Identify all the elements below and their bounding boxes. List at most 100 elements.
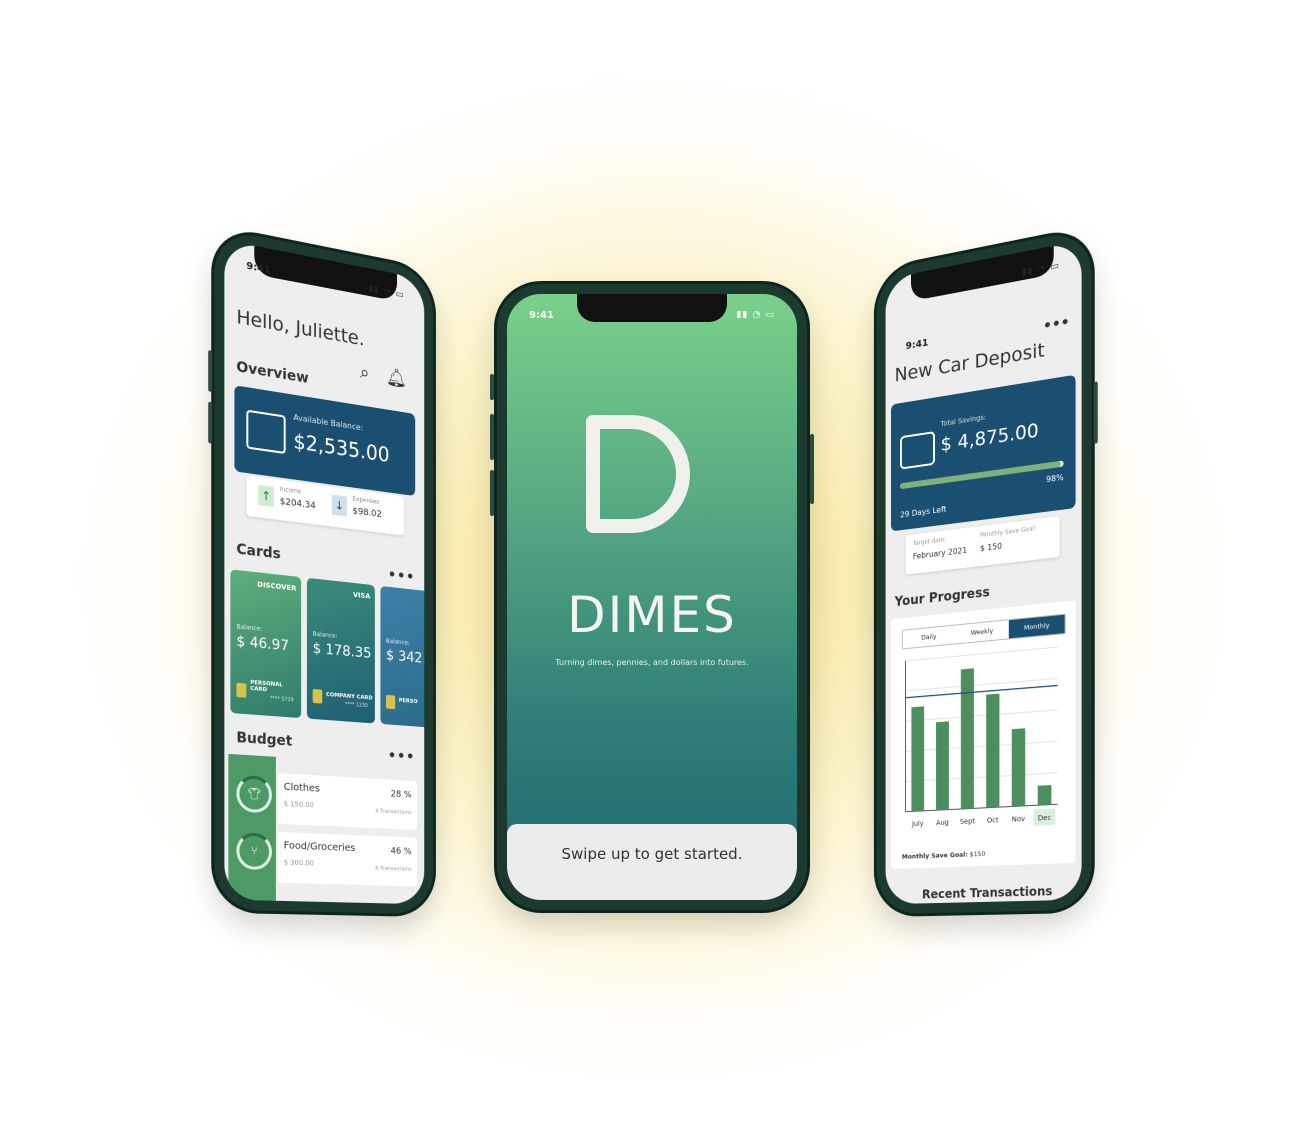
volume-button [490,470,494,516]
gridline [906,710,1058,721]
target-date: February 2021 [912,545,968,562]
budget-amount: $ 150.00 [283,799,314,810]
savings-bar-chart: July Aug Sept Oct Nov Dec [896,641,1061,829]
bar-oct [986,693,1000,808]
card-item[interactable]: Balance: $ 342.7 PERSO [380,585,425,729]
days-left: 29 Days Left [900,504,947,520]
x-tick-label: Dec [1038,814,1052,823]
cards-title: Cards [236,541,281,563]
goal-line-label: Monthly Save Goal: [901,850,968,861]
expenses-amount: $98.02 [352,506,382,521]
x-tick-label: Aug [936,818,949,827]
tagline: Turning dimes, pennies, and dollars into… [555,658,749,667]
phone-goal: 9:41 ▮▮ ◔ ▭ ••• New Car Deposit Total Sa… [876,227,1098,915]
card-balance: $ 342.7 [385,647,425,668]
chip-icon [312,688,323,704]
card-balance-label: Balance: [236,623,263,633]
budget-amount: $ 300.00 [283,858,314,868]
chip-icon [385,694,396,710]
gridline [906,741,1058,751]
income-amount: $204.34 [279,496,316,512]
more-icon[interactable]: ••• [1043,314,1070,335]
search-icon[interactable]: ⌕ [360,362,369,384]
budget-item[interactable]: Clothes $ 150.00 28 % 4 Transactions [277,773,418,830]
savings-card[interactable]: Total Savings: $ 4,875.00 98% 29 Days Le… [890,374,1076,532]
gridline [906,773,1058,782]
greeting: Hello, Juliette. [236,305,365,351]
shirt-icon: 👕︎ [236,774,272,814]
bar-nov [1011,728,1026,807]
wallet-icon [246,409,286,455]
mute-switch [490,374,494,400]
progress-title: Your Progress [894,585,990,611]
goal-line-note: Monthly Save Goal: $150 [902,850,986,861]
progress-percent: 98% [1046,472,1064,485]
phone-splash: 9:41 ▮▮ ◔ ▭ DIMES Turning dimes, pennies… [490,284,814,910]
signal-wifi-battery-icon: ▮▮ ◔ ▭ [368,284,405,301]
more-icon[interactable]: ••• [388,567,415,586]
card-balance: $ 178.35 [312,640,372,662]
budget-strip: 👕︎ ⑂ [228,753,276,905]
volume-button [208,350,213,393]
budget-percent: 46 % [390,846,412,858]
signal-wifi-battery-icon: ▮▮ ◔ ▭ [736,310,775,320]
card-item[interactable]: VISA Balance: $ 178.35 COMPANY CARD **** 123… [306,577,375,724]
overview-title: Overview [236,358,309,388]
monthly-label: Monthly Save Goal: [980,525,1037,540]
dimes-logo-icon [586,415,690,533]
status-time: 9:41 [529,310,554,321]
goal-line [906,685,1058,697]
bar-july [911,706,925,812]
card-balance-label: Balance: [312,630,338,640]
volume-button [490,414,494,460]
splash-screen: 9:41 ▮▮ ◔ ▭ DIMES Turning dimes, pennies… [507,294,797,900]
gridline [906,678,1058,691]
brand-name: DIMES [567,586,737,644]
income-label: Income [279,485,302,496]
car-icon [900,431,935,470]
budget-transactions: 4 Transactions [375,808,412,817]
get-started-button[interactable]: Swipe up to get started. [507,824,797,900]
status-time: 9:41 [905,337,929,353]
card-number: **** 1230 [344,701,368,710]
gridline [906,647,1058,661]
budget-title: Budget [236,729,293,750]
power-button [1093,381,1098,444]
phone-home: 9:41 ▮▮ ◔ ▭ Hello, Juliette. ⌕ 🔔︎ Overvi… [208,227,434,915]
card-name: PERSONAL CARD [250,679,283,694]
goal-line-value: $150 [969,849,986,859]
savings-label: Total Savings: [940,413,987,429]
arrow-up-icon: ↑ [258,484,274,508]
card-brand: VISA [352,590,371,601]
card-brand: DISCOVER [257,580,297,593]
goal-screen: 9:41 ▮▮ ◔ ▭ ••• New Car Deposit Total Sa… [885,240,1082,905]
home-screen: 9:41 ▮▮ ◔ ▭ Hello, Juliette. ⌕ 🔔︎ Overvi… [224,239,425,905]
budget-item[interactable]: Food/Groceries $ 300.00 46 % 6 Transacti… [277,831,418,887]
tab-weekly[interactable]: Weekly [955,620,1009,643]
tab-daily[interactable]: Daily [903,626,955,649]
progress-chart-card: Daily Weekly Monthly July Aug Sept Oct Nov De… [890,600,1076,870]
monthly-goal: $ 150 [980,541,1002,554]
bar-sept [960,668,974,809]
expenses-label: Expenses [352,495,380,506]
x-tick-label: Nov [1012,815,1025,824]
x-tick-label: July [911,820,923,829]
card-item[interactable]: DISCOVER Balance: $ 46.97 PERSONAL CARD ****… [230,569,302,719]
more-icon[interactable]: ••• [388,748,415,765]
arrow-down-icon: ↓ [331,494,347,517]
budget-percent: 28 % [390,789,412,801]
balance-amount: $2,535.00 [293,428,390,467]
x-tick-label: Sept [960,817,975,826]
budget-transactions: 6 Transactions [375,865,412,873]
budget-name: Clothes [283,781,320,795]
recent-transactions-title: Recent Transactions [922,884,1053,902]
card-name: COMPANY CARD [326,691,373,702]
card-balance: $ 46.97 [236,633,289,655]
card-balance-label: Balance: [385,637,410,647]
tab-monthly[interactable]: Monthly [1009,614,1065,639]
power-button [810,434,814,504]
card-name: PERSO [398,697,418,706]
fork-knife-icon: ⑂ [236,832,272,871]
bell-icon[interactable]: 🔔︎ [386,366,407,390]
budget-name: Food/Groceries [283,840,356,855]
